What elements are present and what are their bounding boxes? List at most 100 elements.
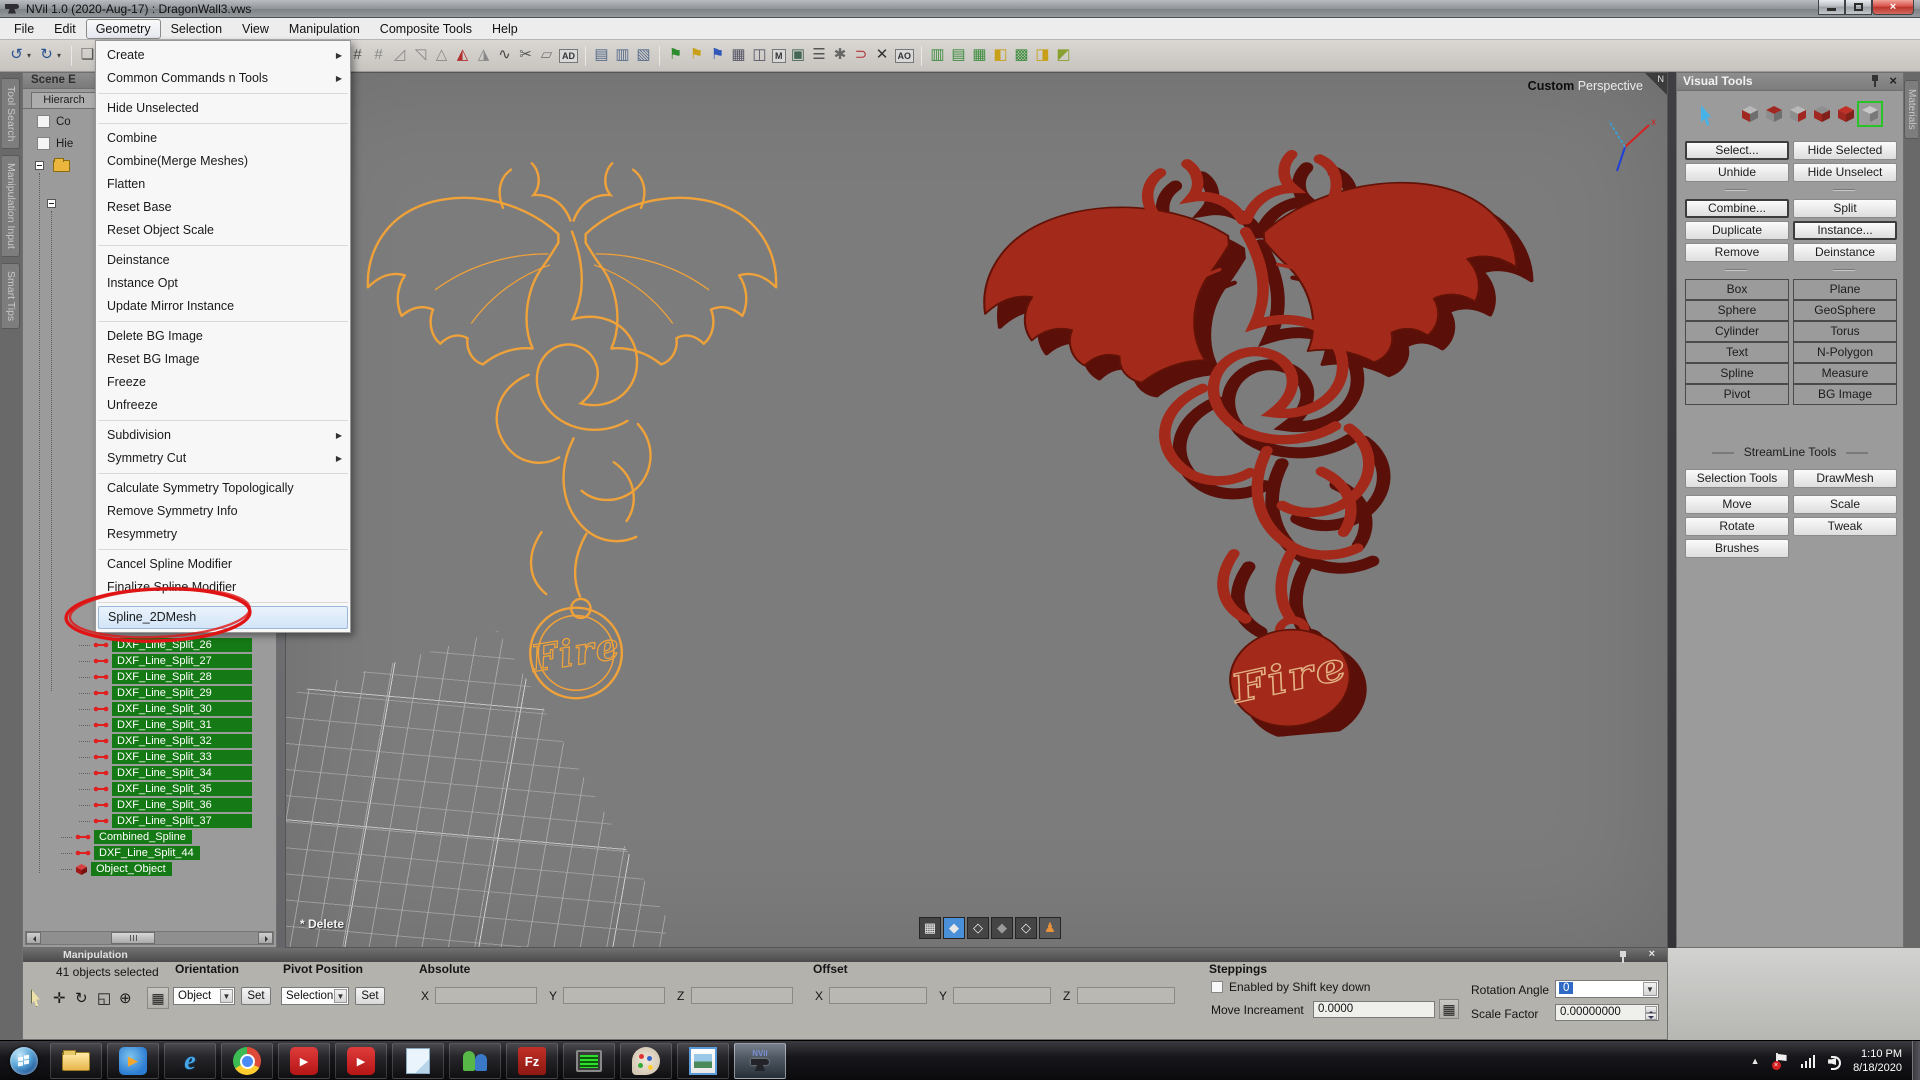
menu-file[interactable]: File [4,19,44,39]
checkbox[interactable] [37,137,50,150]
menu-item-combine-merge-meshes-[interactable]: Combine(Merge Meshes) [96,150,350,173]
menu-item-cancel-spline-modifier[interactable]: Cancel Spline Modifier [96,553,350,576]
tree-item-dxf_line_split_37[interactable]: DXF_Line_Split_37 [23,813,276,829]
toolbar-icon[interactable]: ◭ [452,45,473,67]
absolute-y-input[interactable] [563,987,665,1004]
taskbar-app-youtube[interactable] [335,1043,387,1079]
tweak-button[interactable]: Tweak [1793,517,1897,536]
toolbar-icon[interactable]: ✕ [872,45,893,67]
taskbar-app-ie[interactable] [164,1043,216,1079]
start-button[interactable] [10,1047,38,1075]
scale-button[interactable]: Scale [1793,495,1897,514]
tree-item-dxf_line_split_33[interactable]: DXF_Line_Split_33 [23,749,276,765]
menu-manipulation[interactable]: Manipulation [279,19,370,39]
spinner-control[interactable] [1645,1006,1657,1020]
tree-item-dxf_line_split_30[interactable]: DXF_Line_Split_30 [23,701,276,717]
instance-button[interactable]: Instance... [1793,221,1897,240]
pointer-tool-icon[interactable] [31,989,44,1007]
toolbar-badge-ad[interactable]: AD [559,49,578,63]
move-button[interactable]: Move [1685,495,1789,514]
menu-item-combine[interactable]: Combine [96,127,350,150]
tree-item-dxf_line_split_27[interactable]: DXF_Line_Split_27 [23,653,276,669]
dropdown-arrow-icon[interactable]: ▾ [57,51,66,60]
wireframe-mode-button[interactable]: ◇ [967,917,989,939]
checkbox[interactable] [37,115,50,128]
taskbar-app-photos[interactable] [677,1043,729,1079]
menu-item-reset-object-scale[interactable]: Reset Object Scale [96,219,350,242]
menu-item-reset-bg-image[interactable]: Reset BG Image [96,348,350,371]
maximize-button[interactable] [1845,0,1872,15]
toolbar-badge-m[interactable]: M [772,49,786,63]
scroll-thumb[interactable] [111,932,155,944]
toolbar-icon[interactable]: ◩ [1053,45,1074,67]
box-button[interactable]: Box [1685,279,1789,300]
torus-button[interactable]: Torus [1793,321,1897,342]
flat-mode-button[interactable]: ◆ [991,917,1013,939]
tab-smart-tips[interactable]: Smart Tips [2,263,20,329]
menu-item-create[interactable]: Create▶ [96,44,350,67]
scale-factor-field[interactable]: 0.00000000 [1555,1004,1659,1021]
taskbar-app-monitor[interactable] [563,1043,615,1079]
tree-item-dxf_line_split_26[interactable]: DXF_Line_Split_26 [23,637,276,653]
toolbar-icon[interactable]: ▤ [948,45,969,67]
menu-item-update-mirror-instance[interactable]: Update Mirror Instance [96,295,350,318]
toolbar-icon[interactable]: ▦ [969,45,990,67]
toolbar-icon[interactable]: # [368,45,389,67]
deinstance-button[interactable]: Deinstance [1793,243,1897,262]
checkbox-row[interactable]: Hie [37,137,73,150]
toolbar-icon[interactable]: △ [431,45,452,67]
tree-item-dxf_line_split_36[interactable]: DXF_Line_Split_36 [23,797,276,813]
menu-selection[interactable]: Selection [161,19,232,39]
select-cursor-icon[interactable] [1701,105,1716,126]
clock[interactable]: 1:10 PM 8/18/2020 [1853,1047,1902,1075]
taskbar-app-youtube[interactable] [278,1043,330,1079]
chevron-down-icon[interactable]: ▼ [334,989,347,1003]
panel-close-icon[interactable]: × [1889,74,1897,89]
toolbar-icon[interactable]: ⚑ [665,45,686,67]
show-desktop-button[interactable] [1912,1041,1920,1080]
tab-hierarchy[interactable]: Hierarch [31,92,97,108]
remove-button[interactable]: Remove [1685,243,1789,262]
pivot-tool-icon[interactable]: ⊕ [119,989,132,1007]
hide-unselect-button[interactable]: Hide Unselect [1793,163,1897,182]
menu-item-resymmetry[interactable]: Resymmetry [96,523,350,546]
taskbar-app-wmp[interactable] [107,1043,159,1079]
edges-mode-button[interactable]: ◇ [1015,917,1037,939]
toolbar-icon[interactable]: ⚑ [686,45,707,67]
offset-x-input[interactable] [829,987,927,1004]
absolute-x-input[interactable] [435,987,537,1004]
close-button[interactable]: × [1872,0,1914,15]
scale-tool-icon[interactable]: ◱ [97,989,111,1007]
offset-y-input[interactable] [953,987,1051,1004]
pin-icon[interactable] [1619,951,1627,963]
menu-item-finalize-spline-modifier[interactable]: Finalize Spline Modifier [96,576,350,599]
pivot-position-dropdown[interactable]: Selection ▼ [281,987,349,1005]
tab-tool-search[interactable]: Tool Search [2,78,20,149]
pivot-set-button[interactable]: Set [355,987,385,1005]
spline-button[interactable]: Spline [1685,363,1789,384]
rotation-angle-combo[interactable]: 0 ▼ [1555,980,1659,998]
reference-figure-button[interactable]: ♟ [1039,917,1061,939]
menu-item-symmetry-cut[interactable]: Symmetry Cut▶ [96,447,350,470]
toolbar-icon[interactable]: ◫ [749,45,770,67]
menu-item-freeze[interactable]: Freeze [96,371,350,394]
menu-item-reset-base[interactable]: Reset Base [96,196,350,219]
toolbar-icon[interactable]: ▥ [612,45,633,67]
toolbar-icon[interactable]: ▧ [633,45,654,67]
dropdown-arrow-icon[interactable]: ▾ [27,51,36,60]
menu-item-delete-bg-image[interactable]: Delete BG Image [96,325,350,348]
cube-mode-icon[interactable] [1811,103,1833,125]
hide-selected-button[interactable]: Hide Selected [1793,141,1897,160]
selection-tools-button[interactable]: Selection Tools [1685,469,1789,488]
menu-item-common-commands-n-tools[interactable]: Common Commands n Tools▶ [96,67,350,90]
offset-z-input[interactable] [1077,987,1175,1004]
pin-icon[interactable] [1871,75,1879,87]
grid-snap-button[interactable]: ▦ [147,987,169,1009]
minimize-button[interactable] [1818,0,1845,15]
menu-item-hide-unselected[interactable]: Hide Unselected [96,97,350,120]
toolbar-icon[interactable]: ▣ [788,45,809,67]
n-polygon-button[interactable]: N-Polygon [1793,342,1897,363]
toolbar-icon[interactable]: ⚑ [707,45,728,67]
scroll-right-button[interactable] [258,932,273,944]
tree-item-dxf_line_split_31[interactable]: DXF_Line_Split_31 [23,717,276,733]
